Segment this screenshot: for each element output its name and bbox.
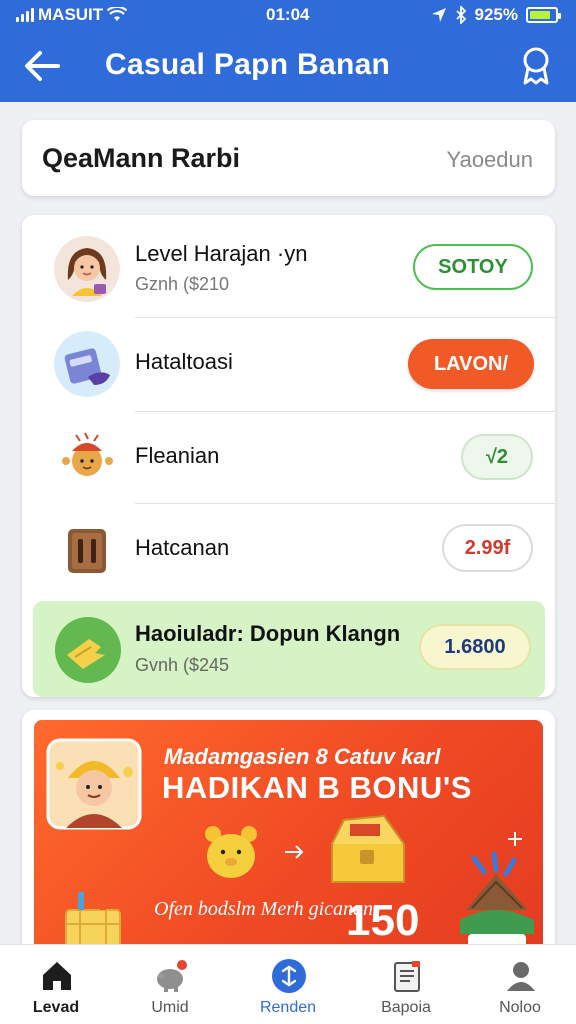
list-item[interactable]: Hataltoasi LAVON/: [22, 318, 555, 412]
treasure-chest-icon: [331, 814, 405, 883]
boy-avatar-icon: [46, 738, 142, 830]
list-item[interactable]: Fleanian √2: [22, 412, 555, 504]
status-time: 01:04: [266, 5, 310, 24]
arrow-left-icon[interactable]: [22, 48, 62, 84]
search-card-title: QeaMann Rarbi: [42, 143, 241, 173]
carrier-name: MASUIT: [38, 5, 104, 24]
status-bar: MASUIT 01:04 925%: [0, 0, 576, 30]
battery-percent: 925%: [474, 5, 518, 24]
action-button[interactable]: SOTOY: [413, 244, 533, 290]
featured-list-item[interactable]: Haoiuladr: Dopun Klangn Gvnh ($245 1.680…: [33, 601, 545, 697]
ticket-green-icon: [55, 617, 121, 683]
character-icon: [62, 432, 113, 476]
chest-icon: [68, 529, 106, 573]
action-button[interactable]: √2: [461, 434, 533, 480]
tab-label: Levad: [32, 999, 80, 1016]
list-item-label: Hatcanan: [135, 535, 230, 560]
tab-label: Umid: [151, 999, 189, 1016]
tab-umid[interactable]: Umid: [120, 945, 220, 1024]
tab-bapoia[interactable]: Bapoia: [356, 945, 456, 1024]
list-item[interactable]: Level Harajan ·yn Gznh ($210 SOTOY: [22, 215, 555, 318]
location-arrow-icon: [431, 8, 446, 22]
tab-label: Bapoia: [381, 999, 431, 1016]
wifi-icon: [107, 7, 128, 21]
profile-icon: [507, 962, 535, 991]
promo-subtitle: Madamgasien 8 Catuv karl: [164, 744, 441, 769]
carrier-group: MASUIT: [16, 5, 128, 25]
home-icon: [43, 962, 71, 990]
girl-avatar-icon: [54, 236, 120, 302]
featured-item-sub: Gvnh ($245: [135, 655, 230, 675]
award-icon[interactable]: [518, 46, 554, 86]
bear-icon: [205, 826, 257, 878]
app-header: MASUIT 01:04 925% Casual Papn Banan: [0, 0, 576, 102]
rewards-icon: [272, 959, 306, 993]
list-item-label: Hataltoasi: [135, 349, 233, 374]
list-item-label: Fleanian: [135, 443, 220, 468]
promo-card[interactable]: Madamgasien 8 Catuv karl HADIKAN B BONU'…: [22, 710, 555, 960]
signal-icon: [16, 8, 34, 22]
search-card[interactable]: QeaMann Rarbi Yaoedun: [22, 120, 555, 196]
search-card-hint[interactable]: Yaoedun: [447, 147, 533, 173]
promo-amount: 150: [346, 896, 420, 945]
ticket-icon: [54, 331, 120, 397]
header-row: Casual Papn Banan: [0, 38, 576, 94]
rewards-list: Level Harajan ·yn Gznh ($210 SOTOY Hatal…: [22, 215, 555, 697]
clipboard-icon: [394, 961, 420, 992]
sparkle-icon: [508, 832, 522, 846]
promo-title: HADIKAN B BONU'S: [162, 770, 472, 805]
piggy-bank-icon: [157, 960, 187, 992]
action-button[interactable]: LAVON/: [408, 339, 534, 389]
status-right: 925%: [431, 5, 561, 25]
battery-icon: [526, 7, 561, 23]
tab-label: Renden: [259, 999, 317, 1016]
tab-noloo[interactable]: Noloo: [470, 945, 570, 1024]
action-button[interactable]: 2.99f: [442, 524, 533, 572]
list-item[interactable]: Hatcanan 2.99f: [22, 504, 555, 596]
bluetooth-icon: [455, 6, 466, 24]
page-title: Casual Papn Banan: [105, 48, 391, 81]
arrow-right-icon: [285, 845, 304, 859]
tab-renden[interactable]: Renden: [238, 945, 338, 1024]
promo-banner[interactable]: Madamgasien 8 Catuv karl HADIKAN B BONU'…: [34, 720, 543, 960]
action-button[interactable]: 1.6800: [419, 624, 531, 670]
list-item-label: Level Harajan ·yn: [135, 241, 308, 266]
list-item-sub: Gznh ($210: [135, 274, 230, 294]
tab-label: Noloo: [499, 999, 541, 1016]
tab-levad[interactable]: Levad: [6, 945, 106, 1024]
promo-description: Ofen bodslm Merh gicanan.: [154, 898, 379, 920]
featured-item-label: Haoiuladr: Dopun Klangn: [135, 621, 401, 646]
bottom-nav: Levad Umid Renden Bapoia Noloo: [0, 944, 576, 1024]
